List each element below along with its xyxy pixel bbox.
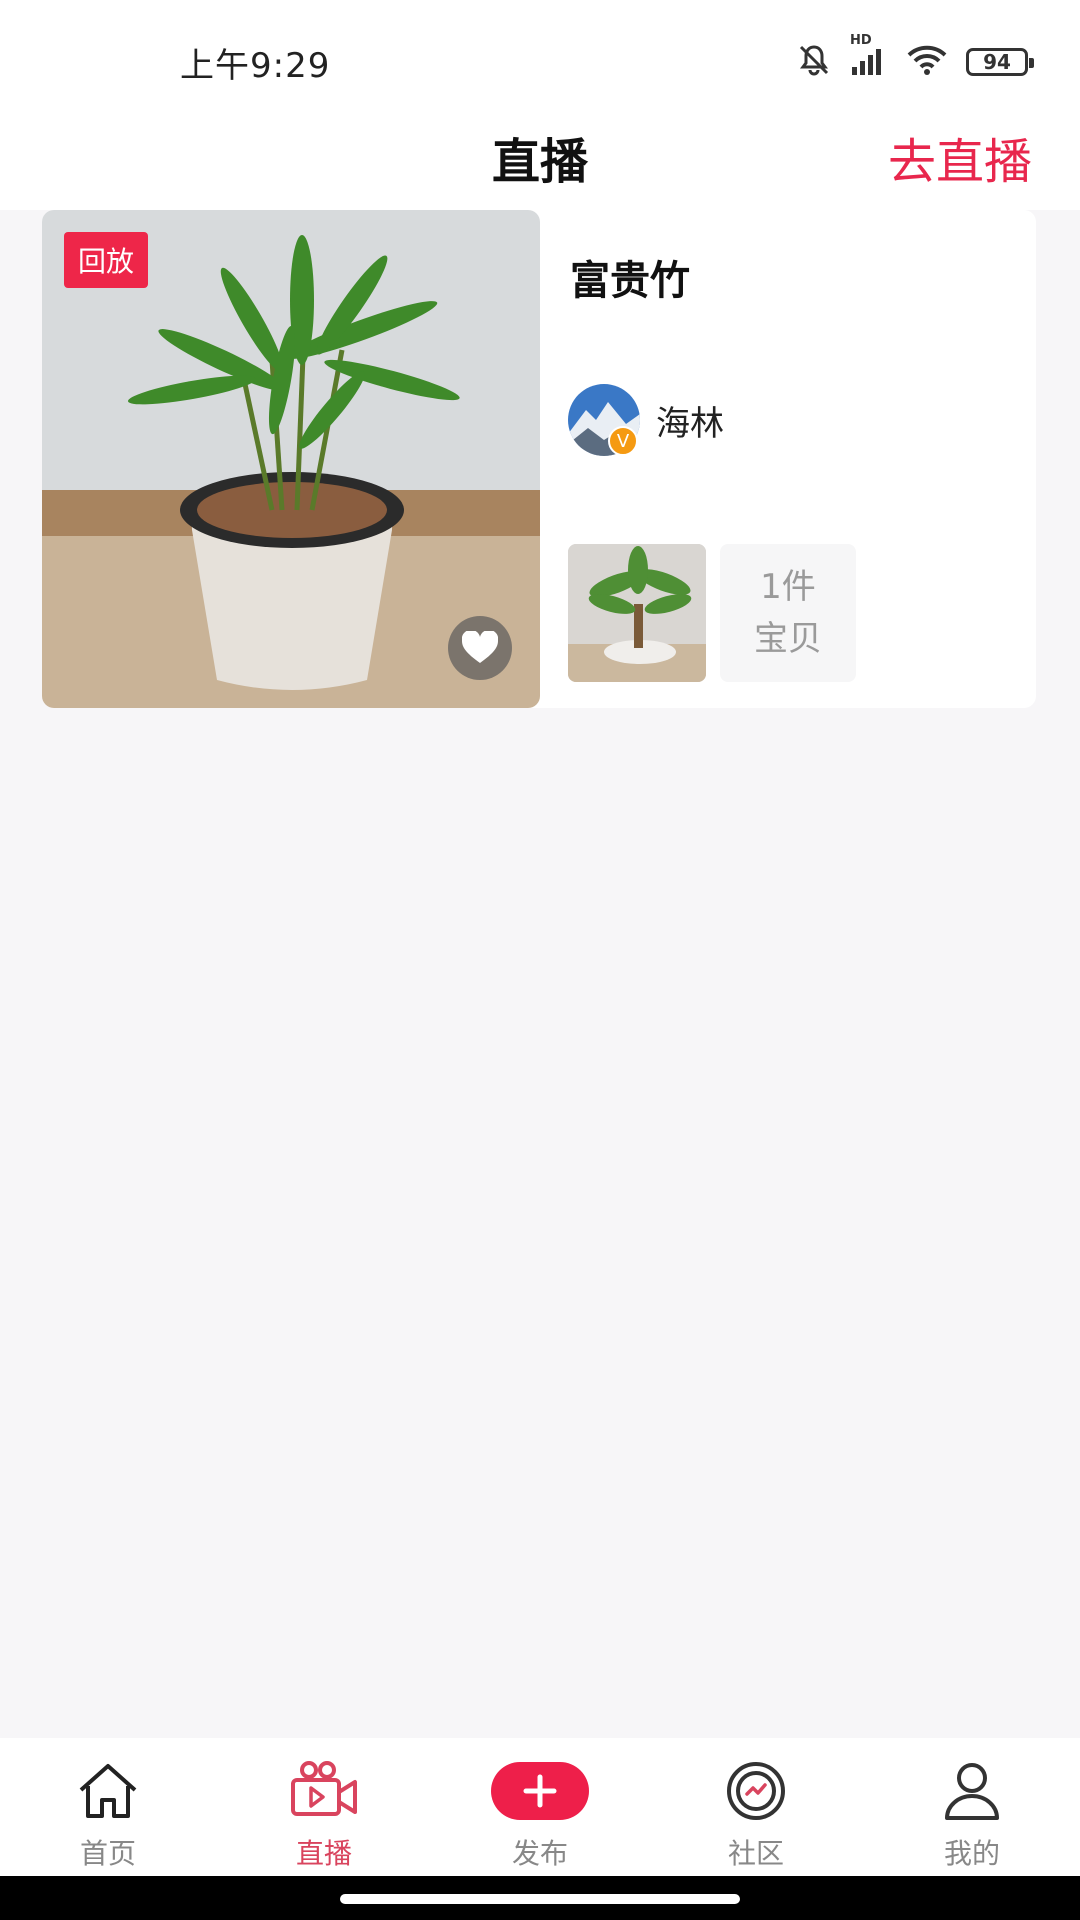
product-count-unit: 宝贝 xyxy=(754,619,822,659)
community-icon xyxy=(723,1754,789,1828)
author-name: 海林 xyxy=(656,403,724,444)
nav-item-profile[interactable]: 我的 xyxy=(864,1738,1080,1876)
plus-icon xyxy=(491,1762,589,1820)
publish-pill xyxy=(491,1754,589,1828)
nav-label-profile: 我的 xyxy=(943,1837,1000,1870)
author-info[interactable]: 海林 xyxy=(568,384,724,456)
nav-label-community: 社区 xyxy=(727,1837,784,1870)
status-bar: 上午9:29 HD 94 xyxy=(0,0,1080,110)
nav-item-home[interactable]: 首页 xyxy=(0,1738,216,1876)
product-count-number: 1件 xyxy=(760,567,816,607)
nav-item-publish[interactable]: 发布 xyxy=(432,1738,648,1876)
gesture-bar xyxy=(0,1876,1080,1920)
mute-bell-icon xyxy=(796,42,832,82)
go-live-button[interactable]: 去直播 xyxy=(888,122,1032,192)
product-count-button[interactable]: 1件 宝贝 xyxy=(720,544,856,682)
nav-item-live[interactable]: 直播 xyxy=(216,1738,432,1876)
home-icon xyxy=(75,1754,141,1828)
battery-icon: 94 xyxy=(966,48,1034,76)
home-indicator[interactable] xyxy=(340,1894,740,1904)
live-cover-image[interactable]: 回放 xyxy=(42,210,540,708)
video-camera-icon xyxy=(289,1754,359,1828)
nav-label-publish: 发布 xyxy=(511,1837,568,1870)
nav-label-live: 直播 xyxy=(295,1837,352,1870)
battery-level: 94 xyxy=(983,50,1011,74)
wifi-icon xyxy=(906,44,948,80)
top-bar: 直播 去直播 xyxy=(0,110,1080,210)
user-icon xyxy=(939,1754,1005,1828)
like-button[interactable] xyxy=(448,616,512,680)
live-title: 富贵竹 xyxy=(570,258,690,304)
status-time: 上午9:29 xyxy=(180,46,331,86)
status-icons: HD 94 xyxy=(796,33,1034,82)
heart-icon xyxy=(462,631,498,663)
bottom-navigation: 首页 直播 发布 社区 我的 xyxy=(0,1738,1080,1876)
nav-item-community[interactable]: 社区 xyxy=(648,1738,864,1876)
network-type-label: HD xyxy=(850,33,872,48)
verified-badge-icon: V xyxy=(608,426,638,456)
live-card[interactable]: 回放 富贵竹 海林 V 1件 宝贝 xyxy=(42,210,1036,708)
replay-badge: 回放 xyxy=(64,232,149,288)
signal-icon: HD xyxy=(850,33,888,81)
product-thumbnail[interactable] xyxy=(568,544,706,682)
nav-label-home: 首页 xyxy=(79,1837,136,1870)
